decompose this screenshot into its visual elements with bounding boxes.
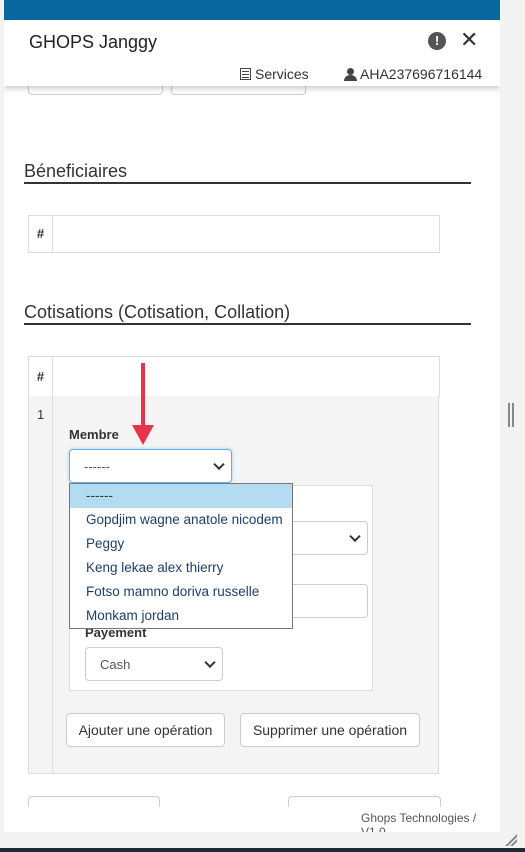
payement-selected-value: Cash <box>100 656 131 672</box>
chevron-down-icon <box>213 458 225 471</box>
beneficiaires-divider <box>24 182 471 184</box>
help-icon[interactable]: ! <box>428 32 446 50</box>
remove-operation-button[interactable]: Supprimer une opération <box>240 713 420 747</box>
app-title: GHOPS Janggy <box>29 32 158 52</box>
bottom-button-left[interactable] <box>28 796 160 807</box>
row-divider <box>52 396 53 774</box>
add-operation-button[interactable]: Ajouter une opération <box>66 713 225 747</box>
chevron-down-icon <box>204 656 216 669</box>
app-panel: GHOPS Janggy ! ✕ Services AHA23769671614… <box>4 20 500 832</box>
dropdown-option[interactable]: ------ <box>70 484 292 508</box>
cotisations-title: Cotisations (Cotisation, Collation) <box>24 302 291 322</box>
corner-resize-handle[interactable] <box>505 834 517 846</box>
close-icon[interactable]: ✕ <box>460 29 478 51</box>
chevron-down-icon <box>349 530 361 543</box>
dropdown-option[interactable]: Keng lekae alex thierry <box>70 556 292 580</box>
membre-select[interactable]: ------ <box>69 449 232 483</box>
footer-version: Ghops Technologies / V1.0 <box>361 811 477 832</box>
payement-select[interactable]: Cash <box>85 647 223 681</box>
user-id-label: AHA237696716144 <box>360 66 483 82</box>
beneficiaires-title: Béneficiaires <box>24 161 128 181</box>
beneficiaires-hash-header: # <box>29 216 53 252</box>
membre-selected-value: ------ <box>84 458 110 474</box>
dropdown-option[interactable]: Peggy <box>70 532 292 556</box>
row-number: 1 <box>37 407 45 422</box>
dropdown-option[interactable]: Fotso mamno doriva russelle <box>70 580 292 604</box>
app-header: GHOPS Janggy ! ✕ Services AHA23769671614… <box>4 20 500 86</box>
hidden-top-button-right[interactable] <box>171 86 306 95</box>
side-resize-handle[interactable] <box>508 403 514 427</box>
cotisations-table-header: # <box>28 356 440 397</box>
user-icon <box>344 67 357 81</box>
bottom-edge <box>0 848 525 852</box>
cotisations-divider <box>24 323 471 325</box>
annotation-arrow-shaft <box>141 363 145 427</box>
annotation-arrow-head <box>132 425 154 445</box>
cotisations-hash-header: # <box>29 357 53 396</box>
membre-label: Membre <box>69 427 119 442</box>
services-label: Services <box>255 66 309 82</box>
dropdown-option[interactable]: Monkam jordan <box>70 604 292 628</box>
membre-dropdown-list: ------ Gopdjim wagne anatole nicodem Peg… <box>69 483 293 629</box>
window-top-bar <box>4 0 500 20</box>
list-icon <box>240 68 251 80</box>
user-account-link[interactable]: AHA237696716144 <box>344 66 482 82</box>
dropdown-option[interactable]: Gopdjim wagne anatole nicodem <box>70 508 292 532</box>
beneficiaires-table: # <box>28 215 440 253</box>
bottom-button-right[interactable] <box>288 796 441 807</box>
services-link[interactable]: Services <box>240 66 309 82</box>
hidden-top-button-left[interactable] <box>28 86 163 95</box>
